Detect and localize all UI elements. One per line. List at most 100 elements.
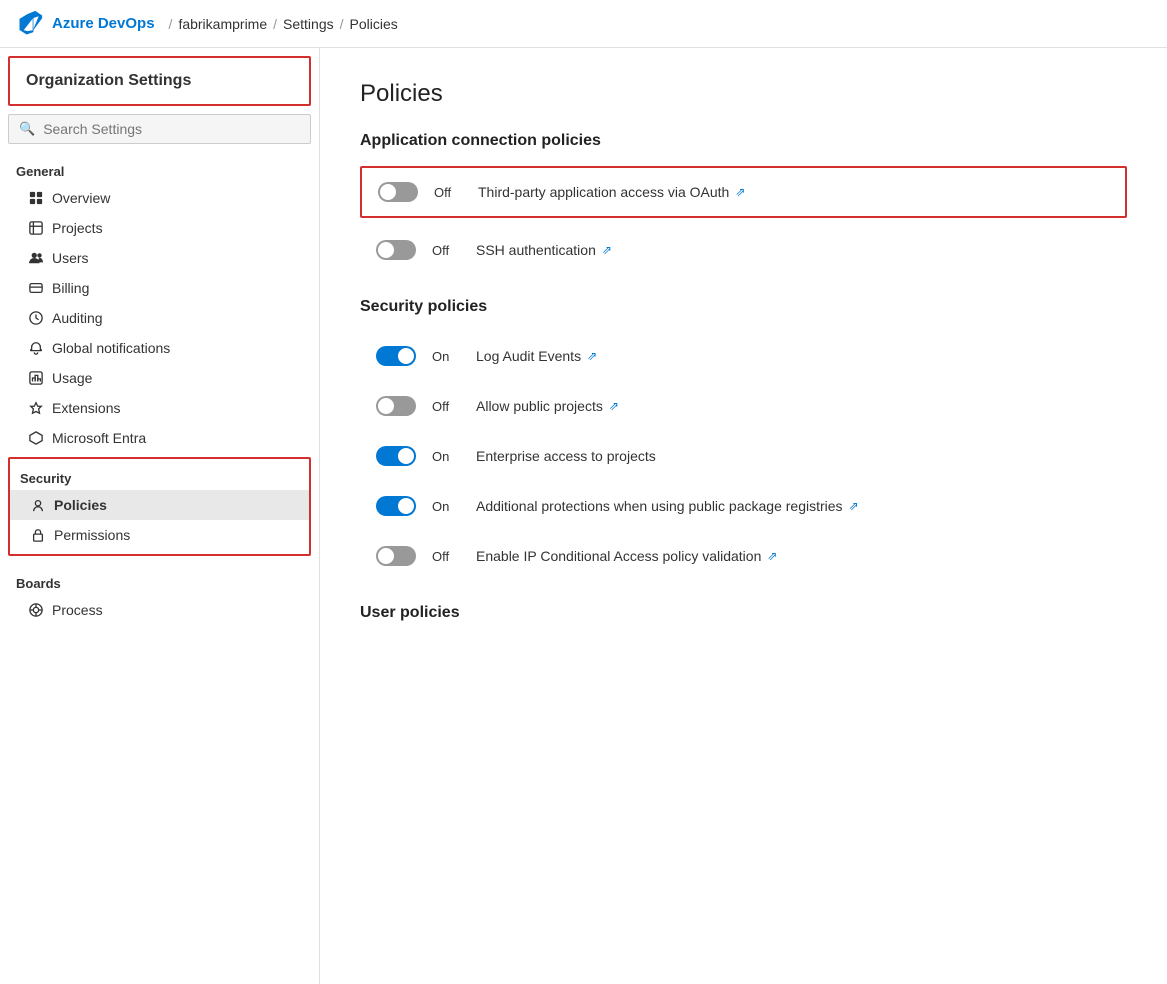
public-projects-policy-label: Allow public projects ⇗	[476, 398, 619, 414]
ssh-toggle[interactable]	[376, 240, 416, 260]
usage-label: Usage	[52, 370, 92, 386]
public-projects-toggle-knob	[378, 398, 394, 414]
projects-icon	[28, 220, 44, 236]
oauth-policy-label: Third-party application access via OAuth…	[478, 184, 745, 200]
log-audit-policy-label: Log Audit Events ⇗	[476, 348, 597, 364]
sidebar-item-projects[interactable]: Projects	[0, 213, 319, 243]
global-notifications-label: Global notifications	[52, 340, 170, 356]
overview-label: Overview	[52, 190, 110, 206]
public-projects-link-icon[interactable]: ⇗	[609, 399, 619, 413]
search-icon: 🔍	[19, 121, 35, 137]
ssh-link-icon[interactable]: ⇗	[602, 243, 612, 257]
enterprise-access-toggle-state: On	[432, 449, 460, 464]
oauth-toggle-knob	[380, 184, 396, 200]
sep3: /	[340, 16, 344, 32]
security-policies-section-title: Security policies	[360, 298, 1127, 316]
overview-icon	[28, 190, 44, 206]
security-section: Security Policies Permissions	[8, 457, 311, 556]
azure-devops-logo-icon	[16, 10, 44, 38]
projects-label: Projects	[52, 220, 103, 236]
ssh-toggle-state: Off	[432, 243, 460, 258]
oauth-link-icon[interactable]: ⇗	[735, 185, 745, 199]
sidebar-item-global-notifications[interactable]: Global notifications	[0, 333, 319, 363]
boards-section-label: Boards	[0, 568, 319, 595]
bell-icon	[28, 340, 44, 356]
ip-conditional-toggle-state: Off	[432, 549, 460, 564]
users-label: Users	[52, 250, 89, 266]
sidebar-item-microsoft-entra[interactable]: Microsoft Entra	[0, 423, 319, 453]
sep2: /	[273, 16, 277, 32]
org-name[interactable]: fabrikamprime	[178, 16, 267, 32]
permissions-label: Permissions	[54, 527, 130, 543]
entra-icon	[28, 430, 44, 446]
main-content: Policies Application connection policies…	[320, 48, 1167, 984]
page-title: Policies	[360, 80, 1127, 108]
sidebar-item-users[interactable]: Users	[0, 243, 319, 273]
org-settings-label: Organization Settings	[8, 56, 311, 106]
public-projects-toggle-state: Off	[432, 399, 460, 414]
general-section-label: General	[0, 156, 319, 183]
sidebar-item-permissions[interactable]: Permissions	[10, 520, 309, 550]
process-label: Process	[52, 602, 103, 618]
topnav: Azure DevOps / fabrikamprime / Settings …	[0, 0, 1167, 48]
package-registries-toggle[interactable]	[376, 496, 416, 516]
log-audit-policy-row: On Log Audit Events ⇗	[360, 332, 1127, 380]
package-registries-policy-label: Additional protections when using public…	[476, 498, 859, 514]
public-projects-toggle[interactable]	[376, 396, 416, 416]
current-page: Policies	[350, 16, 398, 32]
package-registries-policy-row: On Additional protections when using pub…	[360, 482, 1127, 530]
sidebar-item-usage[interactable]: Usage	[0, 363, 319, 393]
sidebar: Organization Settings 🔍 General Overview…	[0, 48, 320, 984]
log-audit-toggle-knob	[398, 348, 414, 364]
log-audit-toggle-state: On	[432, 349, 460, 364]
main-layout: Organization Settings 🔍 General Overview…	[0, 48, 1167, 984]
app-connection-section-title: Application connection policies	[360, 132, 1127, 150]
policies-label: Policies	[54, 497, 107, 513]
ip-conditional-toggle[interactable]	[376, 546, 416, 566]
package-registries-link-icon[interactable]: ⇗	[849, 499, 859, 513]
sidebar-item-auditing[interactable]: Auditing	[0, 303, 319, 333]
sidebar-item-policies[interactable]: Policies	[10, 490, 309, 520]
enterprise-access-toggle[interactable]	[376, 446, 416, 466]
user-policies-section-title: User policies	[360, 604, 1127, 622]
oauth-toggle[interactable]	[378, 182, 418, 202]
enterprise-access-policy-label: Enterprise access to projects	[476, 448, 656, 464]
sidebar-item-overview[interactable]: Overview	[0, 183, 319, 213]
auditing-label: Auditing	[52, 310, 103, 326]
ssh-toggle-knob	[378, 242, 394, 258]
ip-conditional-policy-label: Enable IP Conditional Access policy vali…	[476, 548, 777, 564]
policy-icon	[30, 497, 46, 513]
log-audit-link-icon[interactable]: ⇗	[587, 349, 597, 363]
oauth-toggle-state: Off	[434, 185, 462, 200]
ssh-policy-row: Off SSH authentication ⇗	[360, 226, 1127, 274]
search-settings-container[interactable]: 🔍	[8, 114, 311, 144]
usage-icon	[28, 370, 44, 386]
security-section-label: Security	[10, 463, 309, 490]
settings-link[interactable]: Settings	[283, 16, 334, 32]
microsoft-entra-label: Microsoft Entra	[52, 430, 146, 446]
billing-label: Billing	[52, 280, 89, 296]
public-projects-policy-row: Off Allow public projects ⇗	[360, 382, 1127, 430]
billing-icon	[28, 280, 44, 296]
extensions-label: Extensions	[52, 400, 120, 416]
process-icon	[28, 602, 44, 618]
auditing-icon	[28, 310, 44, 326]
users-icon	[28, 250, 44, 266]
ip-conditional-policy-row: Off Enable IP Conditional Access policy …	[360, 532, 1127, 580]
search-input[interactable]	[43, 121, 300, 137]
ssh-policy-label: SSH authentication ⇗	[476, 242, 612, 258]
enterprise-access-policy-row: On Enterprise access to projects	[360, 432, 1127, 480]
sidebar-item-extensions[interactable]: Extensions	[0, 393, 319, 423]
log-audit-toggle[interactable]	[376, 346, 416, 366]
sidebar-item-process[interactable]: Process	[0, 595, 319, 625]
extensions-icon	[28, 400, 44, 416]
enterprise-access-toggle-knob	[398, 448, 414, 464]
sidebar-item-billing[interactable]: Billing	[0, 273, 319, 303]
brand-name[interactable]: Azure DevOps	[52, 15, 155, 32]
package-registries-toggle-state: On	[432, 499, 460, 514]
ip-conditional-link-icon[interactable]: ⇗	[767, 549, 777, 563]
sep1: /	[169, 16, 173, 32]
oauth-policy-row: Off Third-party application access via O…	[360, 166, 1127, 218]
package-registries-toggle-knob	[398, 498, 414, 514]
lock-icon	[30, 527, 46, 543]
